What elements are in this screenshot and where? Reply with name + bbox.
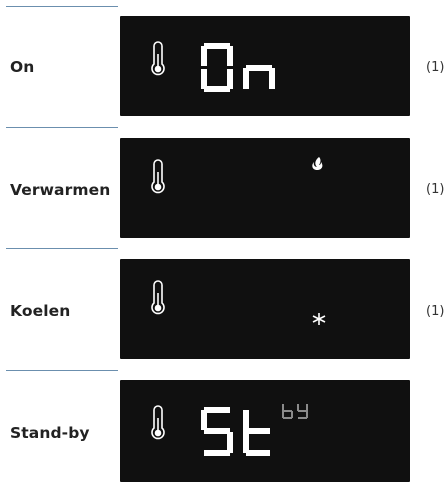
display-panel-koelen (120, 259, 410, 359)
segment-digit-o (201, 43, 233, 92)
footnote-marker: (1) (426, 182, 445, 197)
display-panel-verwarmen (120, 138, 410, 238)
segment-digit-s (201, 407, 233, 456)
segment-digit-t (243, 410, 270, 456)
snowflake-icon (312, 313, 326, 325)
thermometer-icon (151, 41, 165, 76)
thermometer-icon (151, 405, 165, 440)
thermometer-icon (151, 159, 165, 194)
row-divider (6, 248, 118, 249)
flame-icon (312, 157, 323, 170)
segment-subtext-by (282, 404, 308, 419)
mode-label-stand-by: Stand-by (10, 424, 90, 442)
segment-digit-n (243, 65, 275, 89)
footnote-marker: (1) (426, 60, 445, 75)
row-divider (6, 127, 118, 128)
mode-label-verwarmen: Verwarmen (10, 181, 111, 199)
row-divider (6, 370, 118, 371)
display-panel-on (120, 16, 410, 116)
mode-label-on: On (10, 58, 35, 76)
thermometer-icon (151, 280, 165, 315)
mode-label-koelen: Koelen (10, 302, 71, 320)
row-divider (6, 6, 118, 7)
display-panel-stand-by (120, 380, 410, 482)
footnote-marker: (1) (426, 304, 445, 319)
